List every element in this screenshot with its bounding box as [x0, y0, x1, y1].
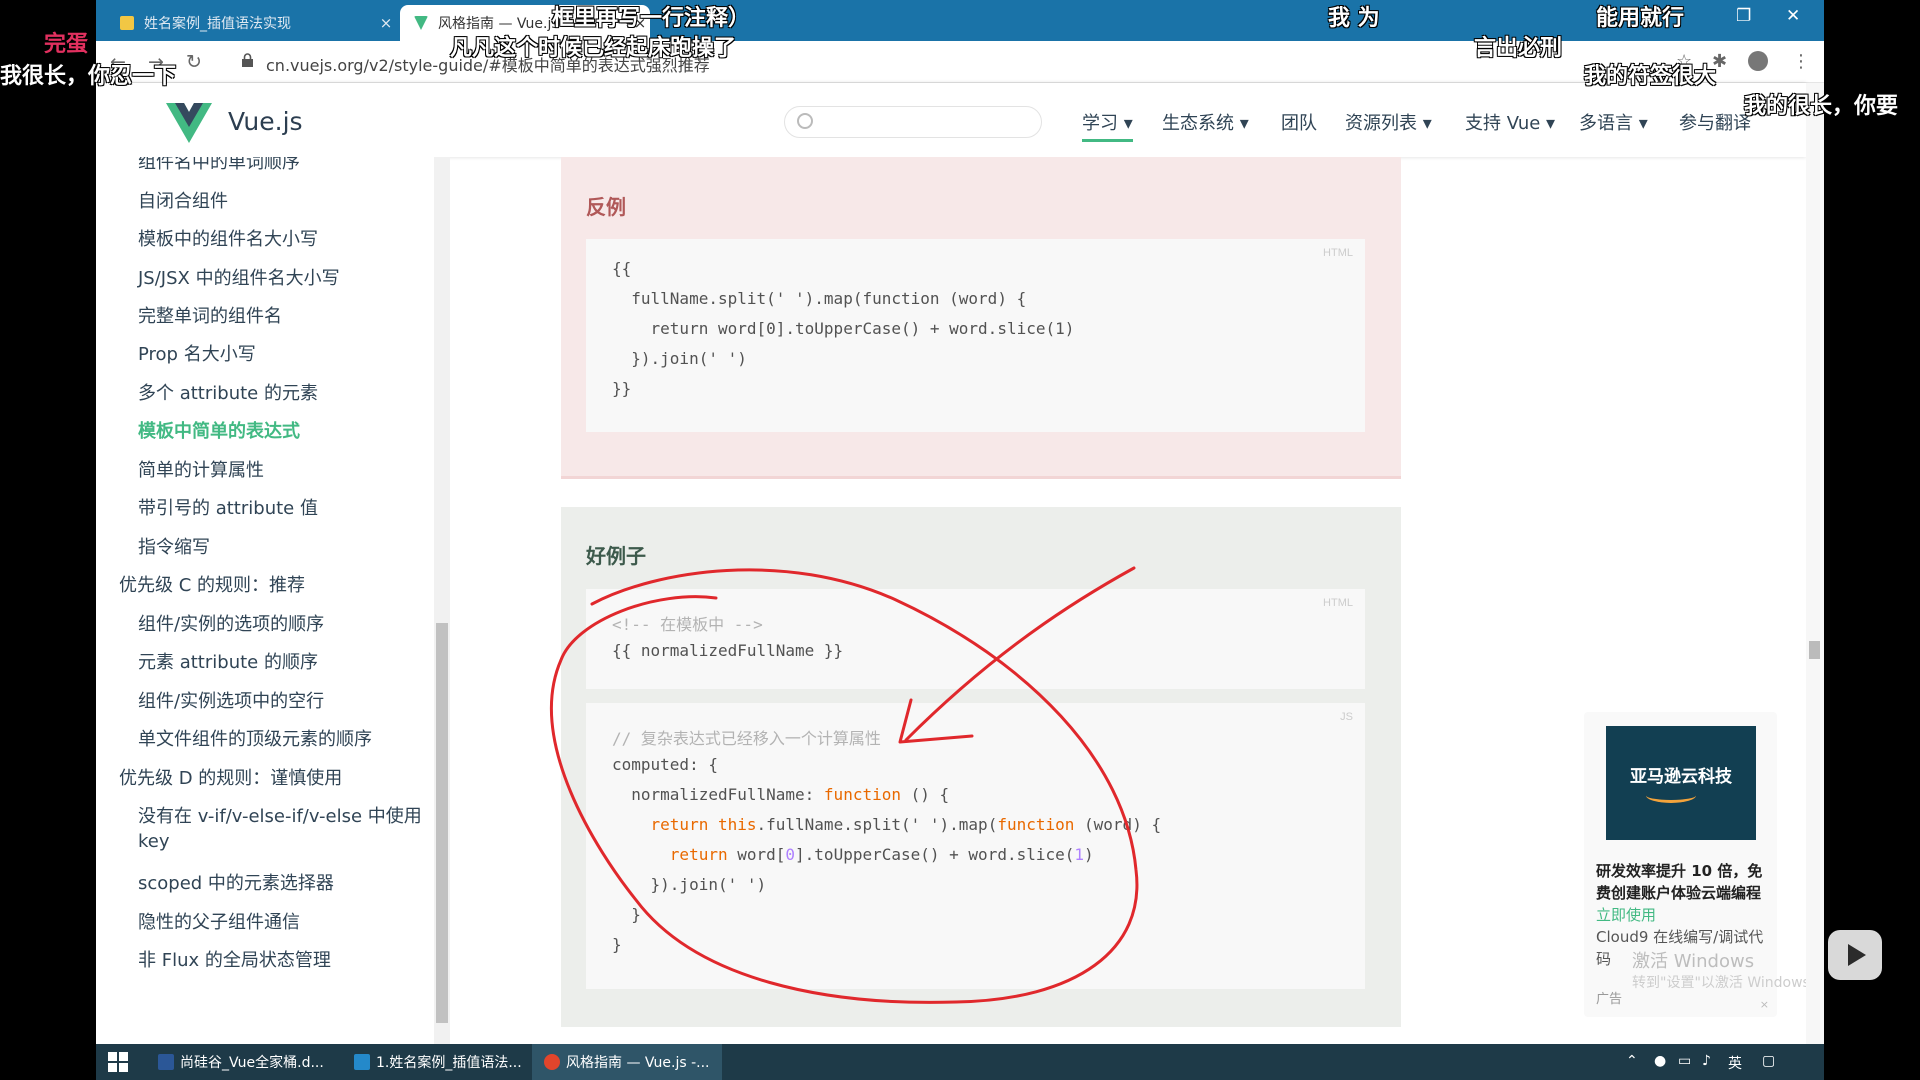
- danmaku-comment: 我的符签很大: [1584, 64, 1717, 89]
- tray-up-arrow-icon[interactable]: ⌃: [1626, 1053, 1638, 1069]
- chrome-icon: [544, 1054, 560, 1070]
- word-icon: [158, 1054, 174, 1070]
- volume-icon[interactable]: ♪: [1702, 1053, 1711, 1069]
- windows-taskbar: 尚硅谷_Vue全家桶.d... 1.姓名案例_插值语法... 风格指南 — Vu…: [96, 1044, 1824, 1080]
- play-icon: [1848, 944, 1866, 966]
- danmaku-comment: 框里再写一行注释）: [552, 6, 751, 31]
- taskbar-word-doc[interactable]: 尚硅谷_Vue全家桶.d...: [148, 1044, 334, 1080]
- ad-image-text: 亚马逊云科技: [1630, 767, 1732, 787]
- red-arrow-shaft: [904, 566, 1136, 742]
- activate-windows-title: 激活 Windows: [1632, 951, 1755, 972]
- notification-icon[interactable]: ▢: [1762, 1053, 1775, 1069]
- red-annotation-drawing: [550, 566, 1139, 1004]
- taskbar-vscode[interactable]: 1.姓名案例_插值语法...: [344, 1044, 532, 1080]
- activate-windows-subtitle: 转到"设置"以激活 Windows。: [1632, 975, 1824, 991]
- amazon-smile-icon: [1646, 788, 1696, 803]
- danmaku-comment: 我很长，你忍一下: [0, 64, 177, 89]
- danmaku-comment: 我 为: [1328, 6, 1380, 31]
- taskbar-item-label: 尚硅谷_Vue全家桶.d...: [180, 1055, 324, 1071]
- ad-close-icon[interactable]: ×: [1760, 998, 1769, 1011]
- ad-headline: 研发效率提升 10 倍，免费创建账户体验云端编程: [1596, 862, 1763, 902]
- danmaku-comment: 言出必刑: [1474, 36, 1563, 61]
- red-circle-stroke: [550, 568, 1139, 1004]
- page-scroll-thumb[interactable]: [1809, 641, 1820, 659]
- windows-start-icon[interactable]: [108, 1052, 128, 1072]
- tray-app-icon[interactable]: ●: [1654, 1053, 1666, 1069]
- ime-indicator[interactable]: 英: [1728, 1053, 1742, 1073]
- taskbar-chrome[interactable]: 风格指南 — Vue.js -...: [532, 1044, 722, 1080]
- danmaku-comment: 能用就行: [1596, 6, 1685, 31]
- ad-cta-link[interactable]: 立即使用: [1596, 906, 1656, 924]
- danmaku-comment: 我的很长，你要: [1744, 94, 1899, 119]
- danmaku-comment: 凡凡这个时候已经起床跑操了: [450, 36, 737, 61]
- play-button[interactable]: [1828, 930, 1882, 980]
- page-scrollbar[interactable]: [1806, 83, 1824, 1047]
- vscode-icon: [354, 1054, 370, 1070]
- desktop-screen: 姓名案例_插值语法实现 × 风格指南 — Vue.js × ❐ ✕ ← → ↻ …: [96, 0, 1824, 1080]
- taskbar-item-label: 1.姓名案例_插值语法...: [376, 1055, 522, 1071]
- danmaku-comment: 完蛋: [44, 32, 89, 57]
- battery-icon[interactable]: ▭: [1678, 1053, 1691, 1069]
- ad-label: 广告: [1596, 992, 1623, 1007]
- taskbar-item-label: 风格指南 — Vue.js -...: [566, 1055, 710, 1071]
- ad-image[interactable]: 亚马逊云科技: [1606, 726, 1756, 840]
